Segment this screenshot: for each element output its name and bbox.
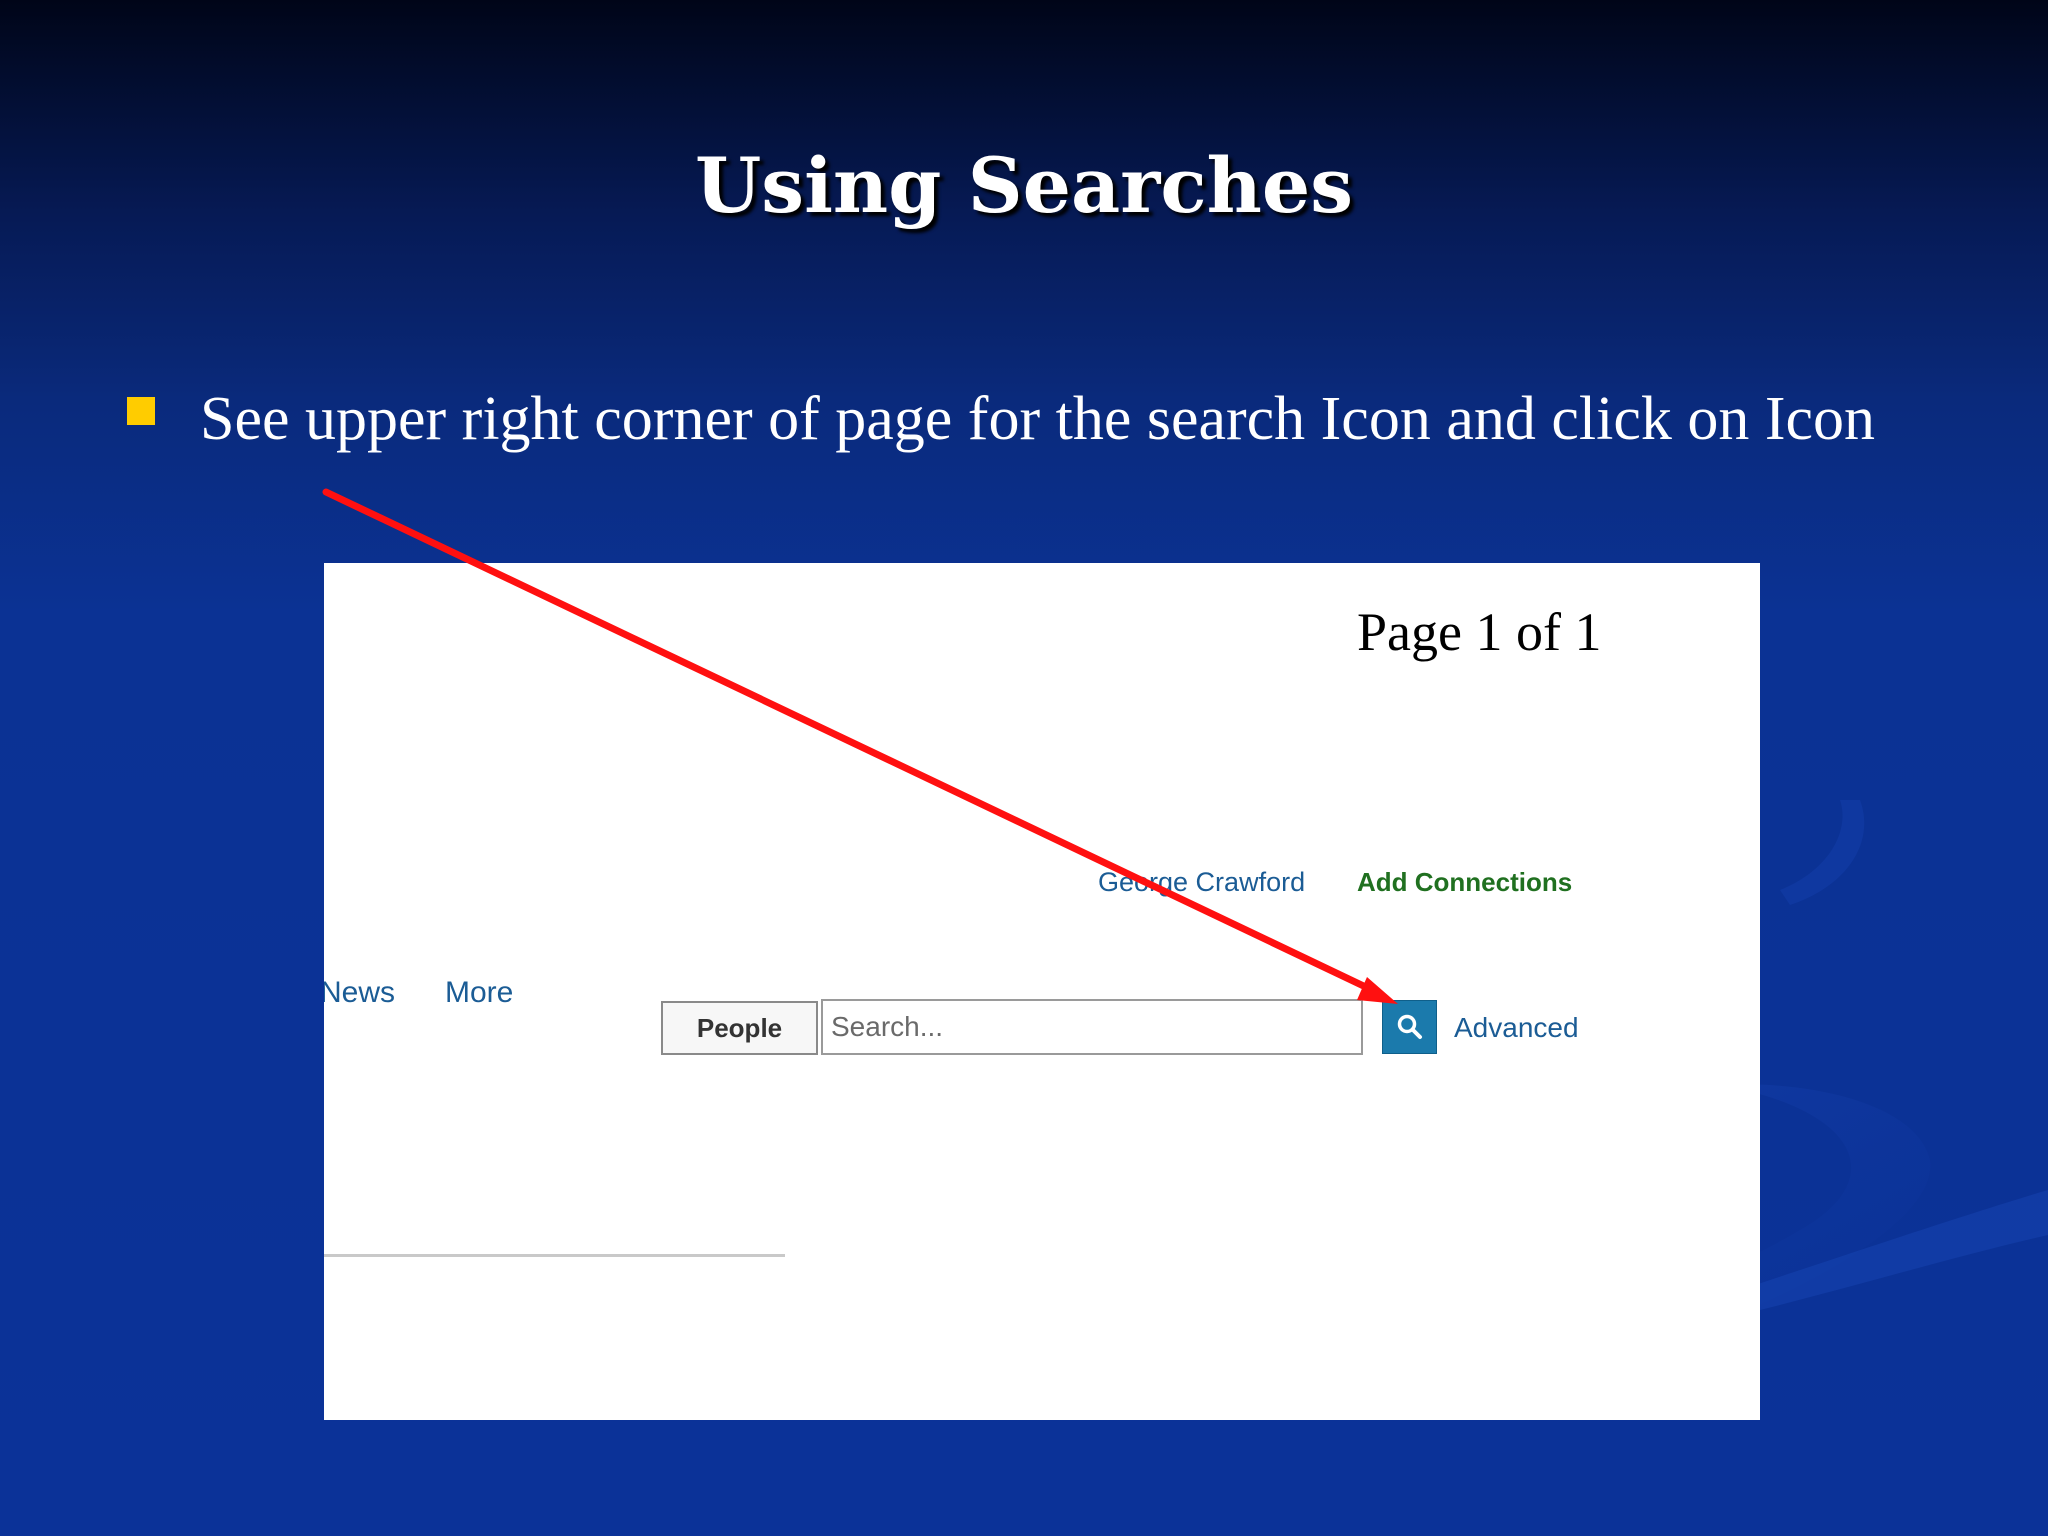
search-scope-dropdown[interactable]: People bbox=[661, 1001, 818, 1055]
search-scope-label: People bbox=[696, 1012, 783, 1043]
slide-title: Using Searches bbox=[695, 141, 1353, 230]
nav-more-link[interactable]: More bbox=[445, 978, 513, 1008]
search-input[interactable] bbox=[821, 999, 1363, 1055]
square-bullet-icon bbox=[127, 397, 155, 425]
divider bbox=[324, 1254, 785, 1257]
search-button[interactable] bbox=[1382, 1000, 1437, 1054]
magnifier-icon bbox=[1397, 1014, 1422, 1039]
nav-news-link[interactable]: News bbox=[324, 978, 395, 1008]
embedded-screenshot: Page 1 of 1 George Crawford Add Connecti… bbox=[324, 563, 1760, 1420]
page-label: Page 1 of 1 bbox=[1357, 602, 1602, 662]
user-name-link[interactable]: George Crawford bbox=[1098, 869, 1305, 896]
add-connections-link[interactable]: Add Connections bbox=[1357, 869, 1572, 895]
bullet-text: See upper right corner of page for the s… bbox=[200, 385, 1875, 453]
advanced-search-link[interactable]: Advanced bbox=[1454, 1014, 1579, 1042]
